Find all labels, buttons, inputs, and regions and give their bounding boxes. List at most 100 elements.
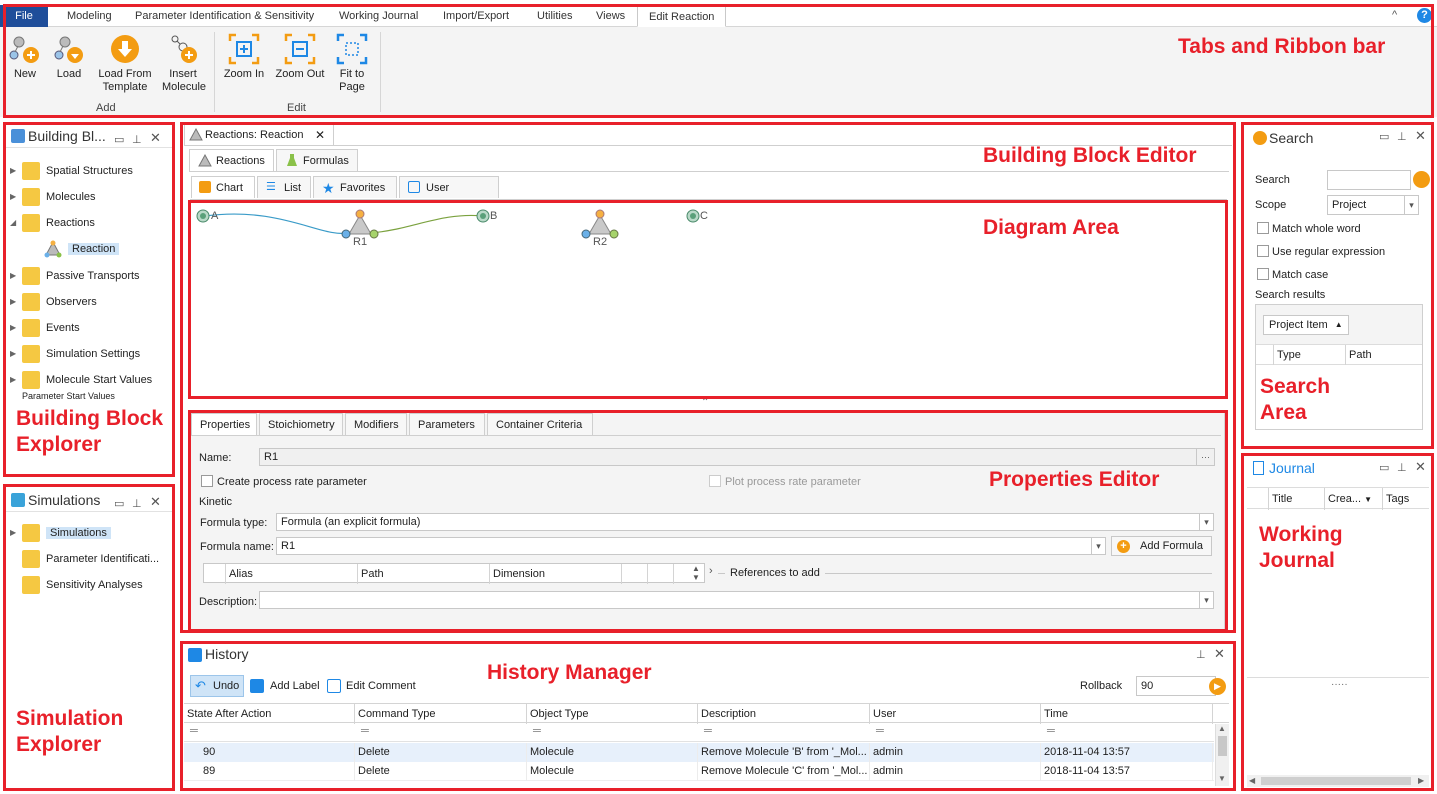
- scroll-right-icon[interactable]: ▶: [1418, 776, 1424, 785]
- tree-item-parameter-identification[interactable]: Parameter Identificati...: [22, 548, 159, 570]
- name-field[interactable]: R1 ···: [259, 448, 1215, 466]
- edit-comment-button[interactable]: Edit Comment: [327, 677, 416, 695]
- tab-chart[interactable]: Chart: [191, 176, 255, 198]
- tab-reactions[interactable]: Reactions: [189, 149, 274, 171]
- undo-button[interactable]: ↶ Undo: [190, 675, 244, 697]
- tab-working-journal[interactable]: Working Journal: [328, 5, 429, 27]
- fit-to-page-button[interactable]: Fit to Page: [334, 33, 370, 94]
- pin-icon[interactable]: ⊥: [1397, 130, 1407, 143]
- tab-stoichiometry[interactable]: Stoichiometry: [259, 413, 343, 435]
- tab-views[interactable]: Views: [585, 5, 636, 27]
- tab-parameters[interactable]: Parameters: [409, 413, 485, 435]
- plot-rate-checkbox[interactable]: [709, 475, 721, 487]
- search-input[interactable]: [1327, 170, 1411, 190]
- scroll-left-icon[interactable]: ◀: [1249, 776, 1255, 785]
- tab-favorites[interactable]: ★ Favorites: [313, 176, 397, 198]
- col-alias[interactable]: Alias: [226, 564, 358, 584]
- add-label-button[interactable]: Add Label: [250, 677, 320, 695]
- scroll-thumb[interactable]: [1261, 777, 1411, 785]
- ellipsis-button[interactable]: ···: [1196, 449, 1214, 465]
- maximize-icon[interactable]: ▭: [1379, 130, 1389, 143]
- col-state-after-action[interactable]: State After Action: [184, 704, 355, 724]
- pin-icon[interactable]: ⊥: [132, 128, 142, 152]
- tab-user-defined[interactable]: User Defined: [399, 176, 499, 216]
- pin-icon[interactable]: ⊥: [1196, 648, 1206, 661]
- maximize-icon[interactable]: ▭: [114, 128, 124, 152]
- tab-parameter-identification[interactable]: Parameter Identification & Sensitivity: [124, 5, 325, 27]
- new-button[interactable]: New: [8, 33, 42, 81]
- history-row-89[interactable]: 89 Delete Molecule Remove Molecule 'C' f…: [184, 762, 1214, 781]
- create-rate-checkbox[interactable]: [201, 475, 213, 487]
- match-case-checkbox[interactable]: [1257, 268, 1269, 280]
- tab-import-export[interactable]: Import/Export: [432, 5, 520, 27]
- tree-item-simulations[interactable]: ▶ Simulations: [10, 522, 111, 544]
- tree-item-parameter-start-values[interactable]: Parameter Start Values: [22, 392, 115, 400]
- tab-properties[interactable]: Properties: [191, 413, 257, 435]
- scope-select[interactable]: Project ▾: [1327, 195, 1419, 215]
- tree-item-reaction[interactable]: Reaction: [44, 238, 120, 260]
- tab-utilities[interactable]: Utilities: [526, 5, 583, 27]
- col-dimension[interactable]: Dimension: [490, 564, 622, 584]
- molecule-node-c[interactable]: C: [686, 209, 708, 223]
- close-icon[interactable]: ✕: [150, 126, 161, 150]
- tree-item-spatial-structures[interactable]: ▶ Spatial Structures: [10, 160, 133, 182]
- tree-item-passive-transports[interactable]: ▶ Passive Transports: [10, 265, 140, 287]
- col-type[interactable]: Type: [1274, 345, 1346, 365]
- journal-hscrollbar[interactable]: ◀ ▶: [1247, 775, 1429, 787]
- tab-file[interactable]: File: [0, 5, 48, 27]
- reaction-node-r1[interactable]: R1: [341, 209, 379, 248]
- splitter-grip[interactable]: ·····: [1331, 679, 1348, 690]
- tree-item-simulation-settings[interactable]: ▶ Simulation Settings: [10, 343, 140, 365]
- scroll-up-icon[interactable]: ▲: [1218, 724, 1226, 733]
- group-chip-project-item[interactable]: Project Item ▲: [1263, 315, 1349, 335]
- maximize-icon[interactable]: ▭: [114, 492, 124, 516]
- close-icon[interactable]: ✕: [1415, 459, 1426, 475]
- close-icon[interactable]: ✕: [1214, 646, 1225, 662]
- tree-item-observers[interactable]: ▶ Observers: [10, 291, 97, 313]
- close-icon[interactable]: ✕: [150, 490, 161, 514]
- col-object-type[interactable]: Object Type: [527, 704, 698, 724]
- help-icon[interactable]: ?: [1417, 8, 1432, 23]
- col-title[interactable]: Title: [1269, 488, 1325, 510]
- tab-modifiers[interactable]: Modifiers: [345, 413, 407, 435]
- collapse-ribbon-icon[interactable]: ^: [1392, 9, 1397, 21]
- reaction-node-r2[interactable]: R2: [581, 209, 619, 248]
- zoom-out-button[interactable]: Zoom Out: [274, 33, 326, 81]
- search-go-icon[interactable]: [1413, 171, 1430, 188]
- col-description[interactable]: Description: [698, 704, 870, 724]
- history-scrollbar[interactable]: ▲ ▼: [1215, 724, 1229, 786]
- match-whole-word-checkbox[interactable]: [1257, 222, 1269, 234]
- zoom-in-button[interactable]: Zoom In: [222, 33, 266, 81]
- add-formula-button[interactable]: + Add Formula: [1111, 536, 1212, 556]
- col-path[interactable]: Path: [1346, 345, 1422, 365]
- tree-item-molecules[interactable]: ▶ Molecules: [10, 186, 96, 208]
- formula-type-select[interactable]: Formula (an explicit formula) ▾: [276, 513, 1214, 531]
- scroll-thumb[interactable]: [1218, 736, 1227, 756]
- expand-references-icon[interactable]: ›: [709, 565, 713, 577]
- tree-item-reactions[interactable]: ◢ Reactions: [10, 212, 95, 234]
- formula-name-select[interactable]: R1 ▾: [276, 537, 1106, 555]
- rollback-input[interactable]: 90: [1136, 676, 1216, 696]
- molecule-node-a[interactable]: A: [196, 209, 219, 223]
- tab-list[interactable]: ☰ List: [257, 176, 311, 198]
- description-field[interactable]: ▾: [259, 591, 1214, 609]
- tab-modeling[interactable]: Modeling: [56, 5, 123, 27]
- scroll-down-icon[interactable]: ▼: [1218, 774, 1226, 783]
- document-tab[interactable]: Reactions: Reaction ✕: [184, 124, 334, 146]
- history-row-90[interactable]: 90 Delete Molecule Remove Molecule 'B' f…: [184, 743, 1214, 762]
- tree-item-sensitivity-analyses[interactable]: Sensitivity Analyses: [22, 574, 143, 596]
- close-tab-icon[interactable]: ✕: [315, 125, 325, 145]
- tree-item-events[interactable]: ▶ Events: [10, 317, 80, 339]
- regex-checkbox[interactable]: [1257, 245, 1269, 257]
- rollback-go-icon[interactable]: ▶: [1209, 678, 1226, 695]
- tree-item-molecule-start-values[interactable]: ▶ Molecule Start Values: [10, 369, 152, 391]
- history-filter-row[interactable]: ═ ═ ═ ═ ═ ═: [184, 723, 1214, 742]
- scroll-arrows-icon[interactable]: ▲ ▼: [692, 564, 700, 582]
- load-button[interactable]: Load: [52, 33, 86, 81]
- col-time[interactable]: Time: [1041, 704, 1213, 724]
- tab-container-criteria[interactable]: Container Criteria: [487, 413, 593, 435]
- col-command-type[interactable]: Command Type: [355, 704, 527, 724]
- pin-icon[interactable]: ⊥: [1397, 461, 1407, 474]
- col-tags[interactable]: Tags: [1383, 488, 1429, 510]
- molecule-node-b[interactable]: B: [476, 209, 497, 223]
